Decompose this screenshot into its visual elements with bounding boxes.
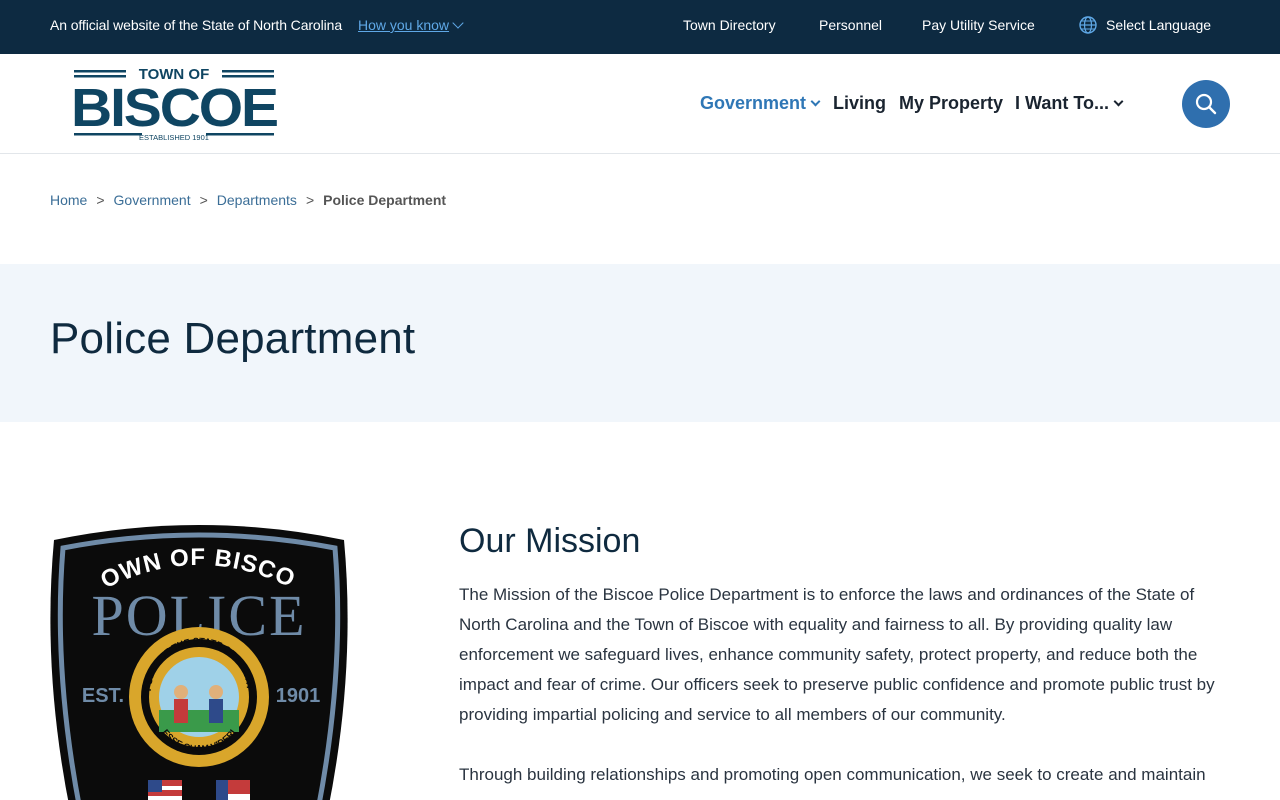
breadcrumb-departments[interactable]: Departments	[217, 192, 297, 208]
pay-utility-service-link[interactable]: Pay Utility Service	[922, 17, 1035, 33]
mission-heading: Our Mission	[459, 522, 641, 560]
town-logo[interactable]: TOWN OF BISCOE ESTABLISHED 1901	[72, 66, 280, 144]
search-icon	[1195, 93, 1217, 115]
town-directory-link[interactable]: Town Directory	[683, 17, 776, 33]
breadcrumb-home[interactable]: Home	[50, 192, 87, 208]
official-site-text: An official website of the State of Nort…	[50, 17, 343, 33]
nav-government[interactable]: Government	[700, 93, 821, 114]
chevron-down-icon	[1113, 96, 1124, 107]
how-you-know-link[interactable]: How you know	[358, 17, 464, 33]
mission-paragraph-2: Through building relationships and promo…	[459, 765, 1206, 784]
breadcrumb-separator: >	[199, 192, 208, 208]
personnel-link[interactable]: Personnel	[819, 17, 882, 33]
breadcrumb-current: Police Department	[323, 192, 447, 208]
nav-i-want-to-label: I Want To...	[1015, 93, 1109, 113]
globe-icon[interactable]	[1079, 16, 1097, 34]
search-button[interactable]	[1182, 80, 1230, 128]
nav-i-want-to[interactable]: I Want To...	[1015, 93, 1124, 114]
mission-paragraph: The Mission of the Biscoe Police Departm…	[459, 585, 1215, 724]
police-badge-image: TOWN OF BISCOE POLICE EST. 1901 THE GREA…	[48, 520, 348, 800]
site-header: TOWN OF BISCOE ESTABLISHED 1901 Governme…	[0, 54, 1280, 154]
nav-my-property[interactable]: My Property	[899, 93, 1003, 114]
how-you-know-label: How you know	[358, 17, 450, 33]
logo-biscoe: BISCOE	[72, 78, 277, 138]
badge-est-text: EST.	[82, 685, 124, 707]
page-title: Police Department	[50, 314, 416, 363]
nav-living[interactable]: Living	[833, 93, 886, 114]
breadcrumb: Home > Government > Departments > Police…	[50, 192, 446, 208]
logo-established: ESTABLISHED 1901	[139, 133, 209, 142]
nav-government-label: Government	[700, 93, 807, 113]
chevron-down-icon	[810, 96, 821, 107]
breadcrumb-separator: >	[305, 192, 315, 208]
chevron-down-icon	[452, 17, 464, 29]
select-language-link[interactable]: Select Language	[1106, 17, 1211, 33]
page-title-band: Police Department	[0, 264, 1280, 422]
official-banner: An official website of the State of Nort…	[0, 0, 1280, 54]
badge-year-text: 1901	[276, 685, 321, 707]
breadcrumb-government[interactable]: Government	[114, 192, 191, 208]
breadcrumb-separator: >	[96, 192, 105, 208]
